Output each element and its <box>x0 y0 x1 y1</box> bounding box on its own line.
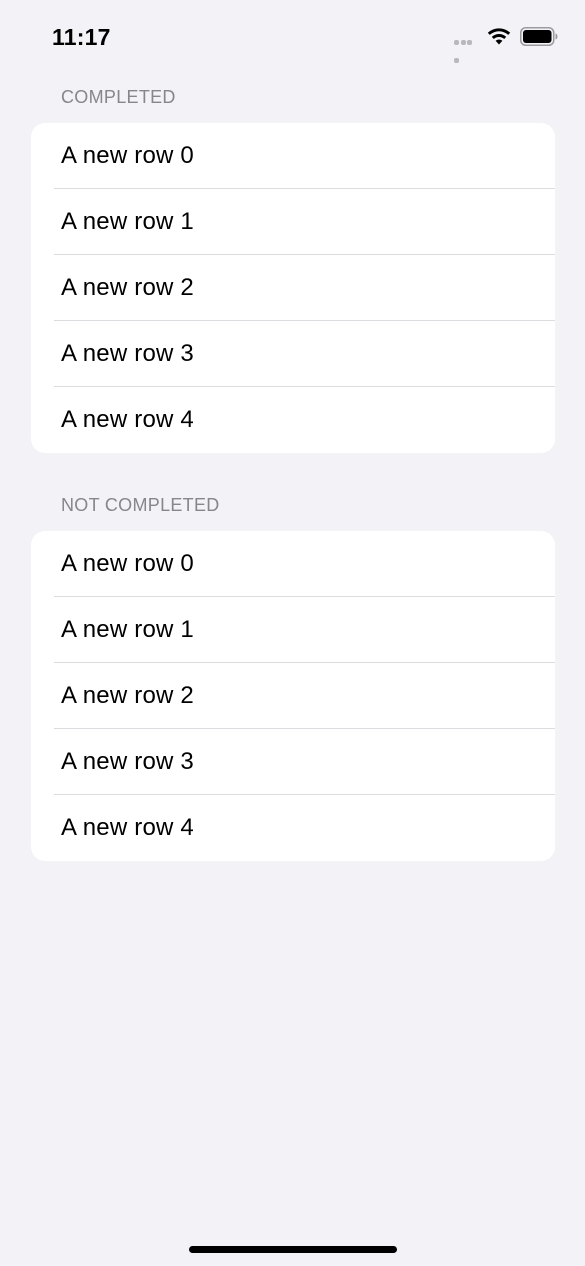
home-indicator[interactable] <box>189 1246 397 1253</box>
status-time: 11:17 <box>52 24 111 50</box>
row-label: A new row 3 <box>61 748 194 775</box>
battery-icon <box>520 27 558 46</box>
row-label: A new row 4 <box>61 814 194 841</box>
status-bar: 11:17 <box>0 0 585 74</box>
section-header-not-completed: NOT COMPLETED <box>61 495 220 515</box>
row-label: A new row 0 <box>61 550 194 577</box>
row-label: A new row 2 <box>61 682 194 709</box>
row-label: A new row 2 <box>61 274 194 301</box>
not-completed-list: A new row 0 A new row 1 A new row 2 A ne… <box>31 531 555 861</box>
list-item[interactable]: A new row 4 <box>31 387 555 453</box>
list-item[interactable]: A new row 3 <box>31 729 555 795</box>
list-item[interactable]: A new row 0 <box>31 531 555 597</box>
list-item[interactable]: A new row 4 <box>31 795 555 861</box>
cellular-dots-icon <box>454 40 480 63</box>
section-header-completed: COMPLETED <box>61 87 176 107</box>
list-item[interactable]: A new row 1 <box>31 597 555 663</box>
completed-list: A new row 0 A new row 1 A new row 2 A ne… <box>31 123 555 453</box>
list-item[interactable]: A new row 0 <box>31 123 555 189</box>
list-item[interactable]: A new row 3 <box>31 321 555 387</box>
row-label: A new row 4 <box>61 406 194 433</box>
row-label: A new row 1 <box>61 616 194 643</box>
row-label: A new row 0 <box>61 142 194 169</box>
list-item[interactable]: A new row 2 <box>31 663 555 729</box>
wifi-icon <box>487 28 511 45</box>
list-item[interactable]: A new row 2 <box>31 255 555 321</box>
row-label: A new row 3 <box>61 340 194 367</box>
list-item[interactable]: A new row 1 <box>31 189 555 255</box>
row-label: A new row 1 <box>61 208 194 235</box>
